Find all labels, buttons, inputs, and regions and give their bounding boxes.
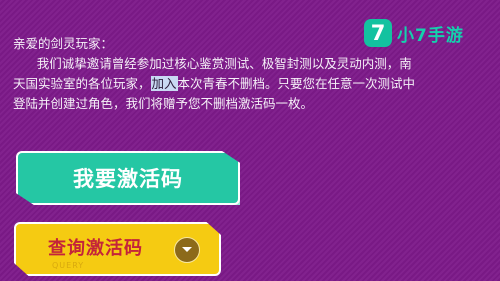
selected-text: 加入 [150, 76, 178, 91]
chevron-down-icon [174, 237, 200, 263]
logo-mark: 7 [364, 19, 392, 47]
notice-greeting: 亲爱的剑灵玩家： [13, 36, 114, 51]
notice-body: 我们诚挚邀请曾经参加过核心鉴赏测试、极智封测以及灵动内测，南天国实验室的各位玩家… [13, 54, 418, 114]
query-activation-code-button[interactable]: 查询激活码 QUERY [14, 222, 221, 276]
query-activation-code-label: 查询激活码 [48, 238, 143, 259]
get-activation-code-label: 我要激活码 [73, 167, 183, 191]
query-sublabel: QUERY [52, 261, 85, 270]
logo-name: 小7手游 [397, 25, 464, 46]
activation-notice: 亲爱的剑灵玩家： 我们诚挚邀请曾经参加过核心鉴赏测试、极智封测以及灵动内测，南天… [13, 34, 418, 114]
get-activation-code-button[interactable]: 我要激活码 [16, 151, 240, 205]
site-logo[interactable]: 7 小7手游 [364, 19, 464, 47]
